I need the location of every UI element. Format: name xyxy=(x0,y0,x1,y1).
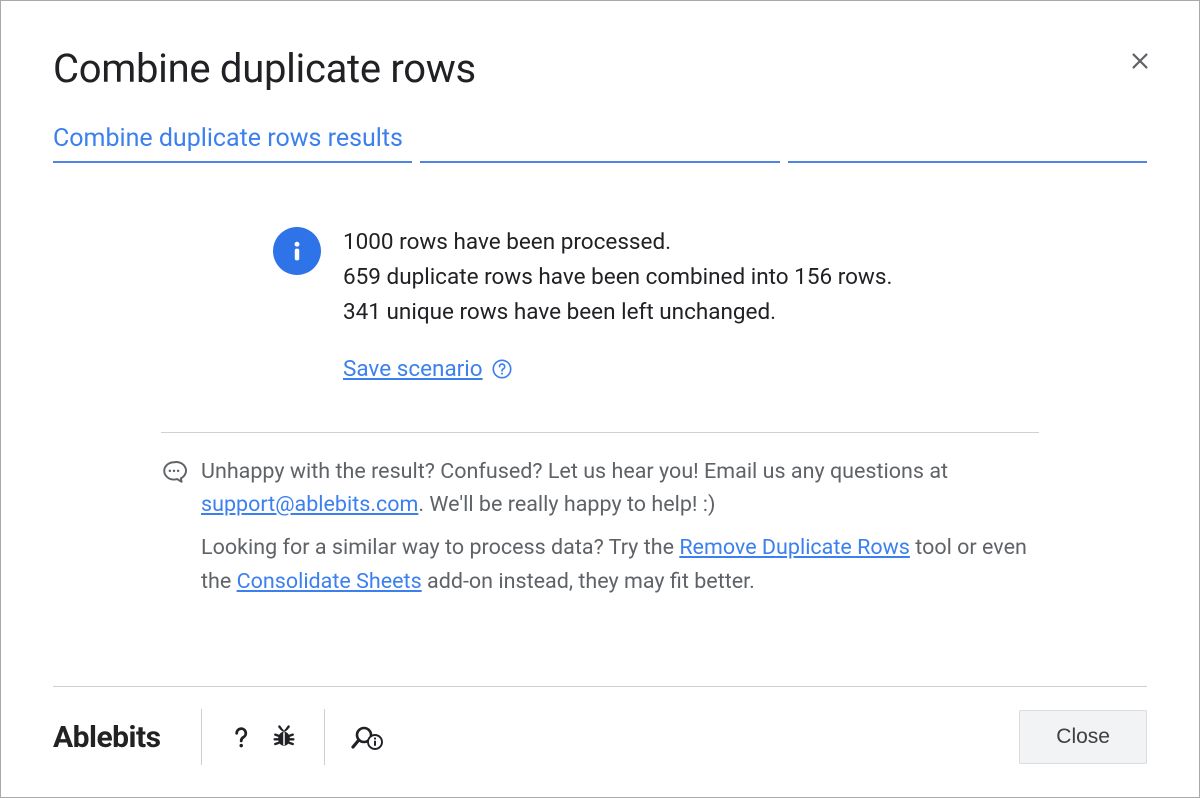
tab-slot-3 xyxy=(788,124,1147,163)
support-text: Unhappy with the result? Confused? Let u… xyxy=(201,455,1039,608)
footer-help-icon[interactable] xyxy=(220,722,262,752)
separator xyxy=(201,709,202,765)
tab-results[interactable]: Combine duplicate rows results xyxy=(53,124,412,163)
help-icon[interactable] xyxy=(491,358,513,380)
support-block: Unhappy with the result? Confused? Let u… xyxy=(161,432,1039,608)
results-block: 1000 rows have been processed. 659 dupli… xyxy=(273,225,1147,382)
dialog-footer: Ablebits Close xyxy=(53,686,1147,765)
tab-bar: Combine duplicate rows results xyxy=(53,124,1147,163)
feedback-text-pre: Unhappy with the result? Confused? Let u… xyxy=(201,459,948,484)
results-text: 1000 rows have been processed. 659 dupli… xyxy=(343,225,892,382)
save-scenario-row: Save scenario xyxy=(343,356,892,382)
search-info-icon[interactable] xyxy=(343,722,393,752)
result-line-unchanged: 341 unique rows have been left unchanged… xyxy=(343,295,892,330)
feedback-text-post: . We'll be really happy to help! :) xyxy=(418,492,715,517)
result-line-combined: 659 duplicate rows have been combined in… xyxy=(343,260,892,295)
info-icon xyxy=(273,227,321,275)
close-icon[interactable] xyxy=(1129,49,1151,77)
alt-text-pre: Looking for a similar way to process dat… xyxy=(201,535,679,560)
alt-text-post: add-on instead, they may fit better. xyxy=(422,569,755,594)
consolidate-sheets-link[interactable]: Consolidate Sheets xyxy=(237,569,422,594)
tab-slot-2 xyxy=(420,124,779,163)
remove-duplicate-rows-link[interactable]: Remove Duplicate Rows xyxy=(679,535,910,560)
chat-icon xyxy=(161,459,187,489)
save-scenario-link[interactable]: Save scenario xyxy=(343,356,483,382)
close-button[interactable]: Close xyxy=(1019,710,1147,764)
brand-logo[interactable]: Ablebits xyxy=(53,720,161,755)
dialog-title: Combine duplicate rows xyxy=(53,45,476,92)
bug-icon[interactable] xyxy=(262,723,306,751)
result-line-processed: 1000 rows have been processed. xyxy=(343,225,892,260)
support-email-link[interactable]: support@ablebits.com xyxy=(201,492,418,517)
separator xyxy=(324,709,325,765)
dialog-header: Combine duplicate rows xyxy=(53,45,1147,92)
dialog-body: Combine duplicate rows Combine duplicate… xyxy=(1,1,1199,608)
